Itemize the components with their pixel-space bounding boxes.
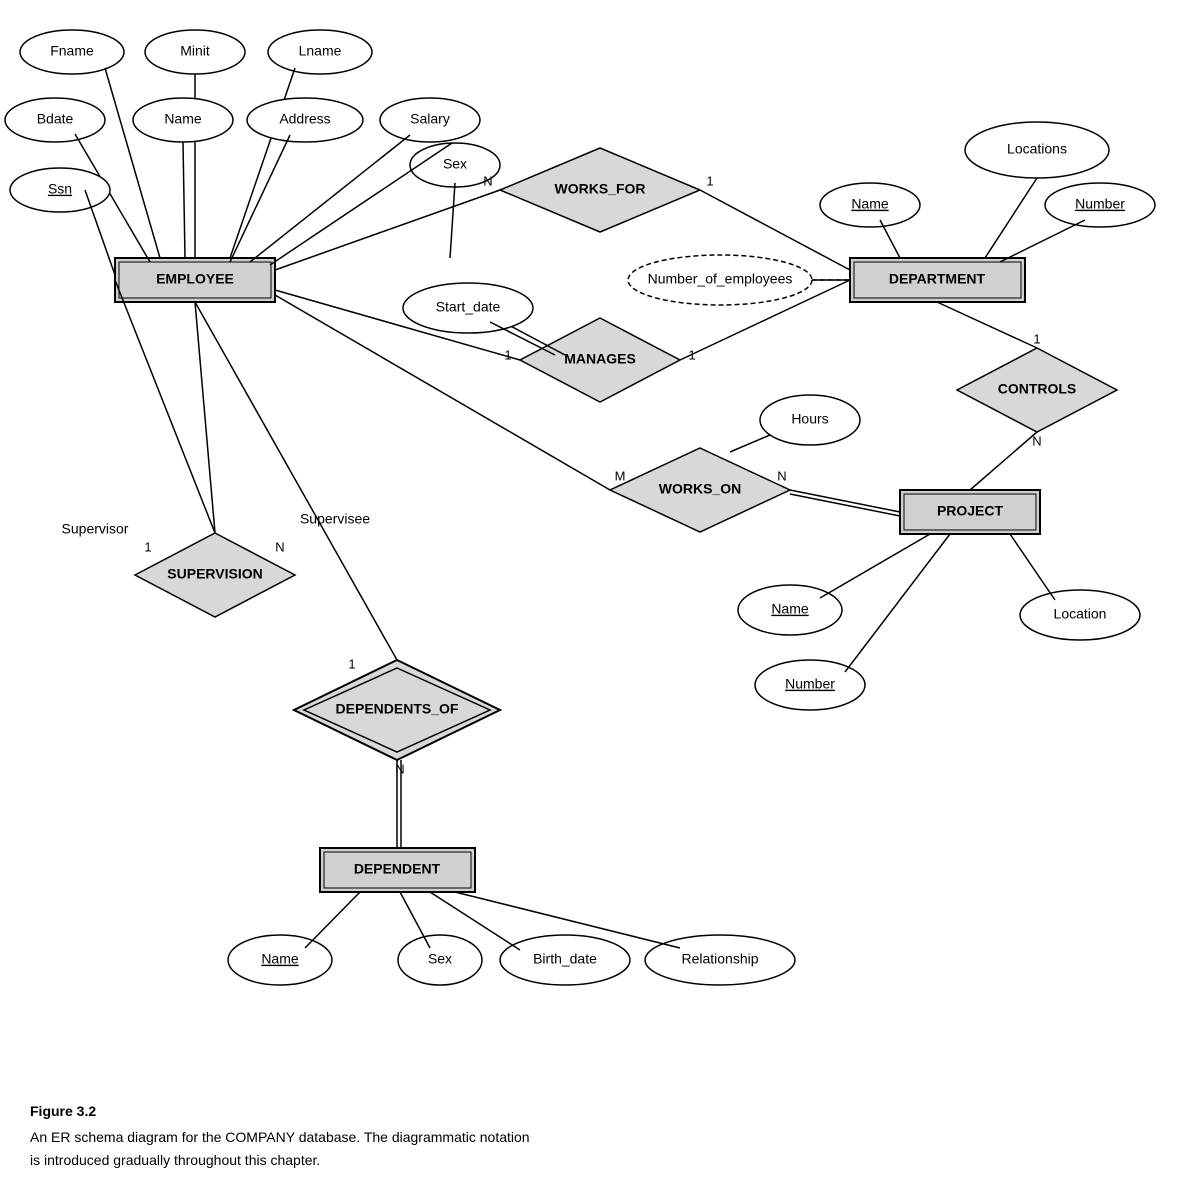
works-for-1: 1 [706,173,713,188]
caption-line2: is introduced gradually throughout this … [30,1149,1171,1171]
controls-proj-line [970,432,1037,490]
bdate-text: Bdate [37,111,74,127]
supervision-1: 1 [144,539,151,554]
emp-sex-line [450,183,455,258]
address-line [230,135,290,262]
relationship-text: Relationship [681,951,758,967]
dep-name-text: Name [261,951,299,967]
locations-text: Locations [1007,141,1067,157]
location-text: Location [1054,606,1107,622]
emp-supervision-supervisee-line [195,302,215,533]
minit-text: Minit [180,43,210,59]
fname-text: Fname [50,43,94,59]
works-for-label: WORKS_FOR [555,181,646,197]
works-for-n: N [483,173,492,188]
dependent-label: DEPENDENT [354,861,441,877]
salary-text: Salary [410,111,450,127]
manages-1-dept: 1 [688,347,695,362]
emp-sex-text: Sex [443,156,467,172]
controls-n-proj: N [1032,433,1041,448]
dept-name-text: Name [851,196,889,212]
start-date-text: Start_date [436,299,501,315]
dependents-of-1: 1 [348,656,355,671]
start-date-manages-conn [490,322,555,355]
num-employees-text: Number_of_employees [648,271,793,287]
works-on-m: M [615,468,626,483]
lname-line [230,68,295,258]
emp-name-line [183,142,185,258]
supervision-n: N [275,539,284,554]
address-text: Address [279,111,330,127]
supervisor-label: Supervisor [62,521,129,537]
proj-number-text: Number [785,676,835,692]
department-label: DEPARTMENT [889,271,986,287]
works-on-label: WORKS_ON [659,481,741,497]
dept-number-text: Number [1075,196,1125,212]
supervision-label: SUPERVISION [167,566,262,582]
dep-name-line [305,892,360,948]
hours-line [730,435,770,452]
works-on-proj-line1 [790,490,900,512]
hours-text: Hours [791,411,828,427]
employee-label: EMPLOYEE [156,271,234,287]
supervisee-label: Supervisee [300,511,370,527]
figure-title: Figure 3.2 [30,1100,1171,1122]
caption-line1: An ER schema diagram for the COMPANY dat… [30,1126,1171,1148]
location-line [1010,534,1055,600]
proj-name-text: Name [771,601,809,617]
proj-name-line [820,534,930,598]
works-on-proj-line2 [790,494,900,516]
er-diagram: .entity-rect { fill: #d0d0d0; stroke: #0… [0,0,1201,1090]
works-on-n: N [777,468,786,483]
dependents-of-n: N [395,761,404,776]
locations-line [985,178,1037,258]
emp-name-text: Name [164,111,202,127]
emp-works-for-line [275,190,500,270]
controls-label: CONTROLS [998,381,1077,397]
birth-date-text: Birth_date [533,951,597,967]
controls-1-dept: 1 [1033,331,1040,346]
emp-sex-connect [270,143,452,265]
dept-controls-line [937,302,1037,348]
figure-caption: Figure 3.2 An ER schema diagram for the … [0,1090,1201,1181]
dep-sex-text: Sex [428,951,452,967]
ssn-text: Ssn [48,181,72,197]
emp-supervision-supervisor-line [115,280,215,533]
manages-1-emp: 1 [504,347,511,362]
manages-label: MANAGES [564,351,636,367]
dependents-of-label: DEPENDENTS_OF [336,701,459,717]
lname-text: Lname [299,43,342,59]
dept-number-line [1000,220,1085,262]
project-label: PROJECT [937,503,1004,519]
fname-line [105,68,160,258]
proj-number-line [845,534,950,672]
salary-line [250,135,410,262]
